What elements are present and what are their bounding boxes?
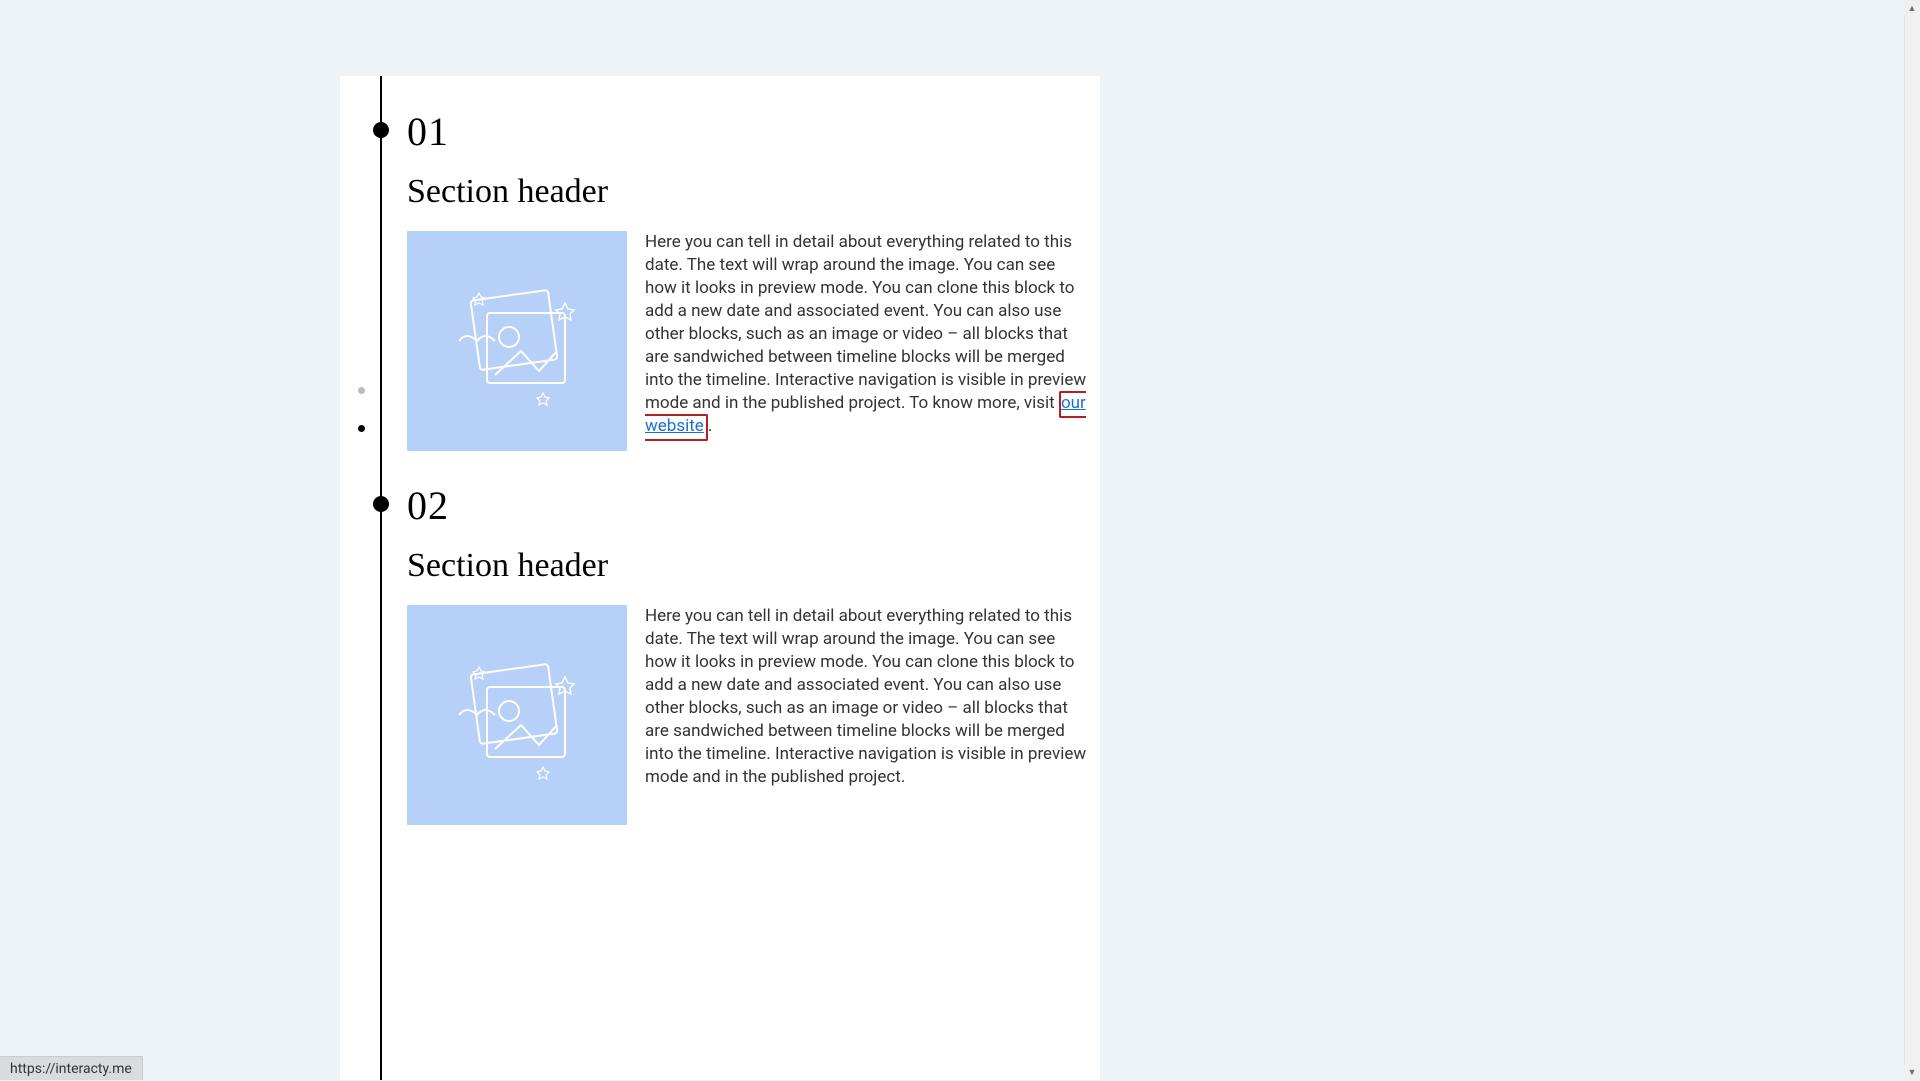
- timeline-dot-02: [373, 496, 389, 512]
- section-number: 01: [407, 108, 1087, 155]
- nav-dot-1[interactable]: [358, 387, 365, 394]
- nav-dot-2[interactable]: [358, 425, 365, 432]
- placeholder-image-icon: [447, 645, 587, 785]
- section-header: Section header: [407, 547, 1087, 585]
- body-text-pre: Here you can tell in detail about everyt…: [645, 232, 1086, 413]
- section-header: Section header: [407, 173, 1087, 211]
- scroll-down-icon[interactable]: ▼: [1904, 1064, 1920, 1080]
- section-02: 02 Section header Here you can tell in d…: [407, 482, 1087, 825]
- body-text-post: .: [708, 416, 712, 436]
- status-bar-url: https://interacty.me: [0, 1056, 143, 1080]
- body-text-pre: Here you can tell in detail about everyt…: [645, 606, 1086, 787]
- timeline-line: [380, 76, 382, 1080]
- image-placeholder: [407, 605, 627, 825]
- scrollbar-track[interactable]: [1904, 0, 1920, 1080]
- section-body: Here you can tell in detail about everyt…: [645, 605, 1087, 789]
- placeholder-image-icon: [447, 271, 587, 411]
- section-01: 01 Section header Here you can tell in d…: [407, 108, 1087, 451]
- section-number: 02: [407, 482, 1087, 529]
- scroll-up-icon[interactable]: ▲: [1904, 0, 1920, 16]
- image-placeholder: [407, 231, 627, 451]
- section-body: Here you can tell in detail about everyt…: [645, 231, 1087, 437]
- timeline-dot-01: [373, 122, 389, 138]
